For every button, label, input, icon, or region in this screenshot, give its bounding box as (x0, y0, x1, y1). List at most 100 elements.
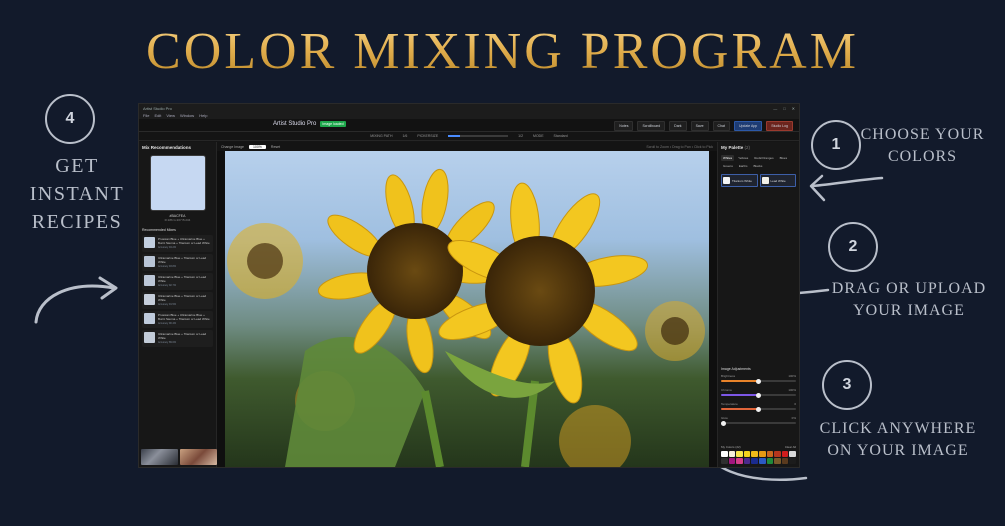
zoom-field[interactable]: 100% (248, 144, 266, 149)
change-image-button[interactable]: Change Image (221, 145, 244, 149)
clear-all-button[interactable]: Clear All (785, 445, 796, 449)
recipe-text: Ultramarine Blue + Titanium or Lead Whit… (158, 275, 211, 288)
sub-toolbar: MIXING PATH 1/6 PICKERSIZE 1/2 MODE Stan… (139, 132, 799, 141)
menu-view[interactable]: View (166, 113, 175, 118)
saved-color-swatch[interactable] (774, 451, 781, 457)
notes-button[interactable]: Notes (614, 121, 634, 131)
adjustment-label: Brightness (721, 374, 736, 378)
step-1-number: 1 (811, 120, 861, 170)
adjustment-slider[interactable] (721, 378, 796, 384)
tab-yellows[interactable]: Yellows (736, 155, 750, 161)
recipe-detail: Accuracy 94.2% (158, 246, 177, 249)
chat-button[interactable]: Chat (712, 121, 730, 131)
menu-window[interactable]: Window (180, 113, 194, 118)
saved-color-swatch[interactable] (758, 451, 766, 457)
tab-reds-oranges[interactable]: Reds/Oranges (752, 155, 775, 161)
toolbar: Artist Studio Pro Image loaded Notes Scr… (139, 119, 799, 132)
saved-color-swatch[interactable] (728, 458, 736, 464)
saved-color-swatch[interactable] (766, 451, 774, 457)
canvas-hint: Scroll to Zoom • Drag to Pan • Click to … (646, 144, 713, 149)
recipe-swatch (144, 313, 155, 324)
thumbnail-image[interactable] (141, 449, 178, 465)
menu-help[interactable]: Help (199, 113, 207, 118)
mixing-path-label: MIXING PATH (370, 134, 393, 138)
color-swatch (723, 177, 730, 184)
scrollboard-button[interactable]: Scrollboard (637, 121, 666, 131)
close-button[interactable]: ✕ (792, 106, 795, 111)
mode-select[interactable]: Standard (554, 134, 568, 138)
recipe-text: Prussian Blue + Ultramarine Blue + Burnt… (158, 237, 211, 250)
saved-color-swatch[interactable] (766, 458, 774, 464)
adjustment-slider[interactable] (721, 406, 796, 412)
studio-log-button[interactable]: Studio Log (766, 121, 793, 131)
slider-handle[interactable] (756, 378, 761, 384)
saved-color-swatch[interactable] (743, 458, 751, 464)
saved-color-swatch[interactable] (728, 451, 736, 457)
saved-color-swatch[interactable] (736, 451, 743, 457)
saved-color-swatch[interactable] (789, 458, 796, 464)
menu-edit[interactable]: Edit (154, 113, 161, 118)
tab-blues[interactable]: Blues (778, 155, 790, 161)
saved-color-swatch[interactable] (751, 451, 758, 457)
mix-recommendations-panel: Mix Recommendations #BACFEA R:186 G:207 … (139, 142, 217, 467)
saved-color-swatch[interactable] (721, 458, 728, 464)
recipe-item[interactable]: Prussian Blue + Ultramarine Blue + Burnt… (142, 235, 213, 252)
saved-color-swatch[interactable] (758, 458, 766, 464)
color-swatch (761, 177, 769, 184)
tab-greens[interactable]: Greens (721, 163, 735, 169)
recipe-name: Prussian Blue + Ultramarine Blue + Burnt… (158, 237, 210, 245)
picker-size-slider[interactable] (448, 135, 509, 137)
adjustment-chroma: Chroma 100% (721, 388, 796, 398)
my-colors-grid (721, 451, 796, 464)
menu-file[interactable]: File (143, 113, 149, 118)
step-4-number: 4 (45, 94, 95, 144)
slider-handle[interactable] (756, 392, 761, 398)
saved-color-swatch[interactable] (781, 458, 789, 464)
saved-color-swatch[interactable] (774, 458, 781, 464)
recipe-name: Ultramarine Blue + Titanium or Lead Whit… (158, 294, 207, 302)
saved-color-swatch[interactable] (751, 458, 758, 464)
adjustment-slider[interactable] (721, 392, 796, 398)
tab-blacks[interactable]: Blacks (752, 163, 765, 169)
image-canvas[interactable] (225, 151, 709, 467)
minimize-button[interactable]: — (773, 106, 777, 111)
save-button[interactable]: Save (690, 121, 709, 131)
recipe-item[interactable]: Ultramarine Blue + Titanium or Lead Whit… (142, 330, 213, 347)
window-title: Artist Studio Pro (143, 105, 172, 111)
palette-colors: Titanium White Lead White (721, 174, 796, 187)
adjustment-label: Chroma (721, 388, 732, 392)
update-app-button[interactable]: Update App (733, 121, 763, 131)
recipe-item[interactable]: Prussian Blue + Ultramarine Blue + Burnt… (142, 311, 213, 328)
adjustment-value: 0% (791, 416, 796, 420)
image-adjustments: Image Adjustments Brightness 100% Chroma 10… (720, 367, 796, 430)
picked-color-rgb: R:186 G:207 B:234 (164, 218, 191, 222)
recipe-detail: Accuracy 89.6% (158, 341, 177, 344)
dark-mode-button[interactable]: Dark (669, 121, 687, 131)
tab-whites[interactable]: Whites (721, 155, 735, 161)
recipe-detail: Accuracy 93.8% (158, 265, 177, 268)
app-window: Artist Studio Pro — □ ✕ File Edit View W… (138, 103, 800, 468)
recipe-item[interactable]: Ultramarine Blue + Titanium or Lead Whit… (142, 292, 213, 309)
recipe-item[interactable]: Ultramarine Blue + Titanium or Lead Whit… (142, 273, 213, 290)
my-colors-title: My Colors (22) (721, 445, 741, 449)
tab-earths[interactable]: Earths (737, 163, 750, 169)
palette-color-titanium-white[interactable]: Titanium White (721, 174, 758, 187)
mixing-path-value: 1/6 (402, 134, 408, 138)
my-colors: My Colors (22) Clear All (721, 445, 796, 464)
saved-color-swatch[interactable] (721, 451, 728, 457)
saved-color-swatch[interactable] (781, 451, 789, 457)
saved-color-swatch[interactable] (789, 451, 796, 457)
reset-button[interactable]: Reset (271, 145, 280, 149)
recipe-item[interactable]: Ultramarine Blue + Titanium or Lead Whit… (142, 254, 213, 271)
saved-color-swatch[interactable] (743, 451, 751, 457)
my-palette-panel: My Palette (2) Whites Yellows Reds/Orang… (717, 142, 799, 467)
recipe-swatch (144, 275, 155, 286)
thumbnail-image[interactable] (180, 449, 217, 465)
maximize-button[interactable]: □ (783, 106, 785, 111)
slider-handle[interactable] (720, 420, 726, 426)
saved-color-swatch[interactable] (736, 458, 743, 464)
slider-handle[interactable] (756, 406, 761, 412)
adjustment-slider[interactable] (720, 420, 796, 426)
step-4-arrow (34, 276, 118, 324)
palette-color-lead-white[interactable]: Lead White (759, 174, 796, 187)
